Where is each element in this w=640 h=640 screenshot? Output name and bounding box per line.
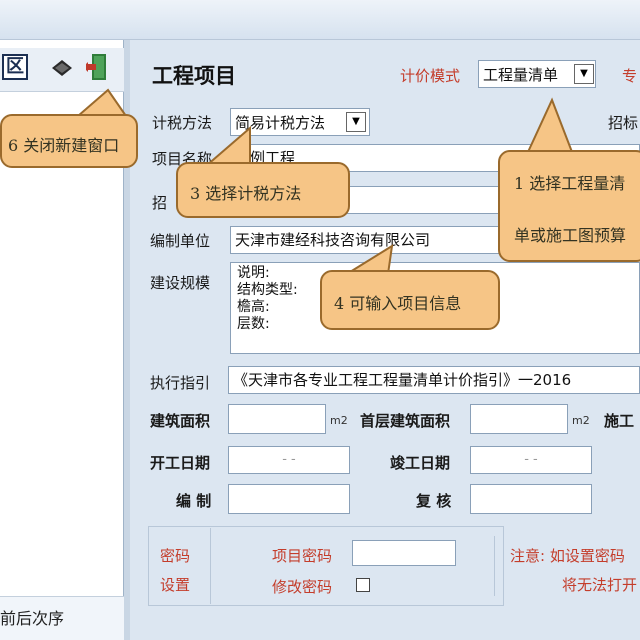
callout-close-window: 6 关闭新建窗口: [0, 114, 138, 168]
callout-text: 单或施工图预算: [514, 226, 627, 245]
callout-project-info: 4 可输入项目信息: [320, 270, 500, 330]
callout-text: 6 关闭新建窗口: [8, 136, 120, 155]
callout-1-pointer: [526, 97, 574, 153]
callout-3-pointer: [203, 125, 251, 167]
callout-text: 3 选择计税方法: [190, 184, 302, 203]
callout-text: 4 可输入项目信息: [334, 294, 462, 313]
callout-tax-method: 3 选择计税方法: [176, 162, 350, 218]
callout-pricing-mode: 1 选择工程量清 单或施工图预算: [498, 150, 640, 262]
callout-text: 1 选择工程量清: [514, 174, 626, 193]
callout-6-pointer: [75, 88, 128, 117]
app-window: 区 前后次序 工程项目 计价模式 工程量清单 ▼ 专 招标 计税方法 简易计税方…: [0, 0, 640, 640]
